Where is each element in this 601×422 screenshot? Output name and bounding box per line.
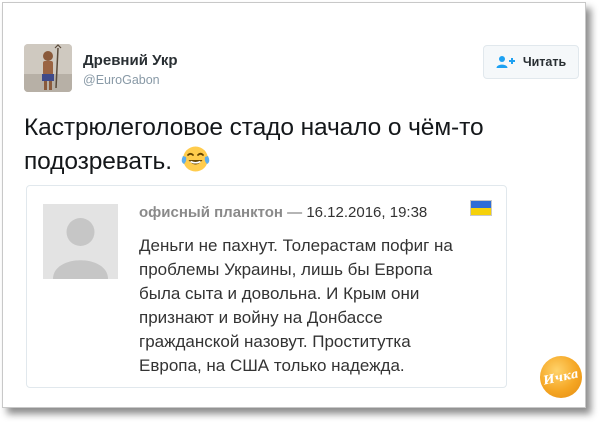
- comment-separator: —: [287, 204, 303, 221]
- follow-button-label: Читать: [522, 55, 567, 69]
- comment-text: Деньги не пахнут. Толерастам пофиг на пр…: [139, 236, 453, 375]
- follow-button[interactable]: Читать: [483, 45, 579, 79]
- default-avatar-icon: [43, 204, 118, 279]
- screenshot-frame: Древний Укр @EuroGabon Читать Кастрюлего…: [2, 2, 586, 408]
- comment-meta: офисный планктон — 16.12.2016, 19:38: [139, 204, 427, 221]
- follow-user-icon: [496, 55, 516, 69]
- tweet-card: Древний Укр @EuroGabon Читать Кастрюлего…: [3, 3, 585, 407]
- user-avatar[interactable]: [24, 44, 72, 92]
- watermark-text: Ичка: [542, 366, 580, 388]
- face-with-tears-of-joy-icon: [181, 144, 210, 173]
- ukraine-flag-icon: [470, 200, 492, 216]
- tweet-body: Кастрюлеголовое стадо начало о чём-то по…: [24, 111, 564, 178]
- comment-author[interactable]: офисный планктон: [139, 204, 283, 221]
- site-watermark-logo: Ичка: [540, 356, 582, 398]
- quoted-comment-card[interactable]: офисный планктон — 16.12.2016, 19:38 Ден…: [26, 185, 507, 388]
- comment-date: 16.12.2016, 19:38: [306, 204, 428, 221]
- tweet-text: Кастрюлеголовое стадо начало о чём-то по…: [24, 114, 484, 175]
- user-handle[interactable]: @EuroGabon: [83, 73, 160, 87]
- display-name[interactable]: Древний Укр: [83, 52, 178, 69]
